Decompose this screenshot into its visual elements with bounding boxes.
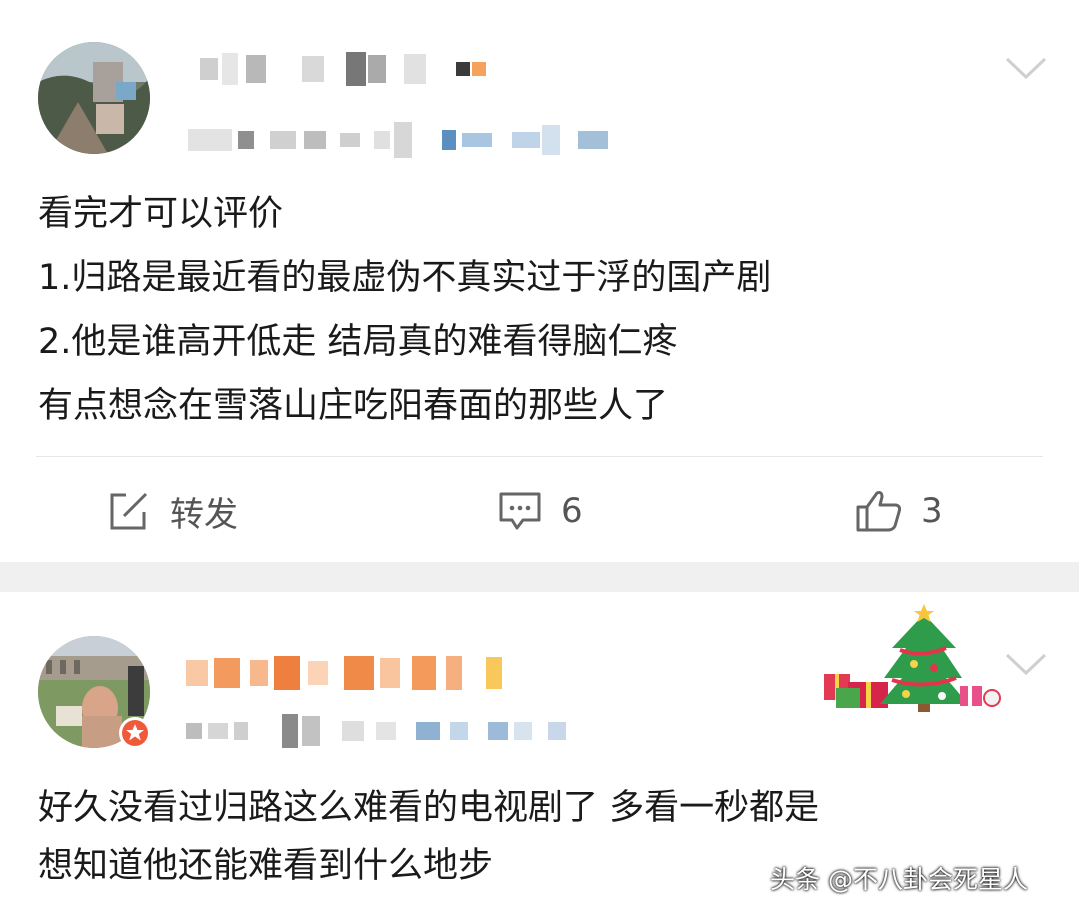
username-blurred[interactable] [186, 656, 502, 690]
feed-separator [0, 562, 1079, 592]
post-content: 看完才可以评价 1.归路是最近看的最虚伪不真实过于浮的国产剧 2.他是谁高开低走… [38, 182, 771, 438]
content-line: 有点想念在雪落山庄吃阳春面的那些人了 [38, 386, 669, 426]
meta-blurred [186, 714, 566, 748]
chevron-down-icon[interactable] [1005, 652, 1047, 676]
avatar[interactable] [38, 42, 150, 154]
like-count: 3 [921, 491, 943, 531]
repost-button[interactable]: 转发 [106, 486, 238, 536]
thumbs-up-icon [856, 491, 902, 532]
username-blurred[interactable] [200, 52, 486, 86]
edit-square-icon [110, 492, 148, 530]
comment-count: 6 [561, 491, 583, 531]
content-line: 好久没看过归路这么难看的电视剧了 多看一秒都是 [38, 788, 820, 828]
christmas-tree-icon [824, 604, 1001, 712]
divider [36, 456, 1043, 457]
post-content: 好久没看过归路这么难看的电视剧了 多看一秒都是 想知道他还能难看到什么地步 [38, 779, 819, 895]
like-button[interactable]: 3 [855, 486, 943, 536]
verified-badge-icon [119, 717, 151, 749]
chevron-down-icon[interactable] [1005, 56, 1047, 80]
comment-button[interactable]: 6 [497, 486, 583, 536]
content-line: 2.他是谁高开低走 结局真的难看得脑仁疼 [38, 322, 678, 362]
content-line: 1.归路是最近看的最虚伪不真实过于浮的国产剧 [38, 258, 772, 298]
comment-bubble-icon [499, 492, 541, 530]
content-line: 看完才可以评价 [38, 194, 284, 234]
meta-blurred [188, 122, 608, 158]
content-line: 想知道他还能难看到什么地步 [38, 846, 494, 886]
watermark: 头条 @不八卦会死星人 [770, 865, 1028, 894]
repost-label: 转发 [170, 494, 238, 535]
post-card: 看完才可以评价 1.归路是最近看的最虚伪不真实过于浮的国产剧 2.他是谁高开低走… [0, 0, 1079, 562]
